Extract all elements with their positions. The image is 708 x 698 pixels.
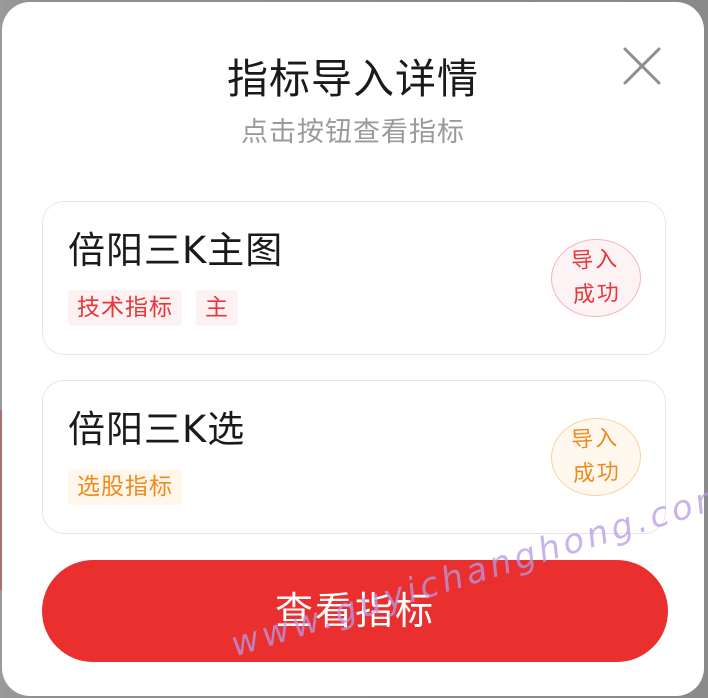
import-success-stamp: 导入 成功 xyxy=(549,415,643,499)
indicator-name: 倍阳三K选 xyxy=(68,408,246,451)
stamp-line-2: 成功 xyxy=(572,459,622,488)
indicator-name: 倍阳三K主图 xyxy=(68,229,284,272)
import-details-dialog: 指标导入详情 点击按钮查看指标 倍阳三K主图 技术指标 主 导入 成功 倍阳三K… xyxy=(2,2,704,696)
indicator-tags: 技术指标 主 xyxy=(68,290,238,326)
tag-technical-indicator: 技术指标 xyxy=(68,290,182,326)
view-indicators-button[interactable]: 查看指标 xyxy=(42,560,668,662)
indicator-card: 倍阳三K选 选股指标 导入 成功 xyxy=(42,380,666,534)
tag-main: 主 xyxy=(196,290,238,326)
stamp-line-1: 导入 xyxy=(570,425,620,454)
close-icon xyxy=(623,47,661,85)
close-button[interactable] xyxy=(620,44,664,88)
dialog-title: 指标导入详情 xyxy=(227,55,479,103)
indicator-tags: 选股指标 xyxy=(68,469,182,505)
stamp-line-2: 成功 xyxy=(572,280,622,309)
stamp-line-1: 导入 xyxy=(570,246,620,275)
dialog-subtitle: 点击按钮查看指标 xyxy=(241,117,465,148)
indicator-card: 倍阳三K主图 技术指标 主 导入 成功 xyxy=(42,201,666,355)
import-success-stamp: 导入 成功 xyxy=(549,236,643,320)
tag-stock-selection-indicator: 选股指标 xyxy=(68,469,182,505)
